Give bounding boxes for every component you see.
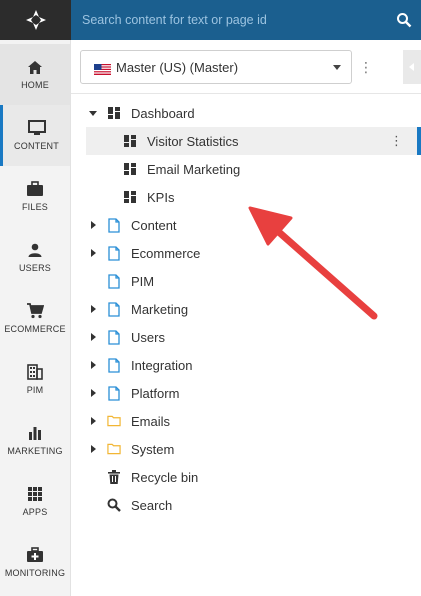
chevron-down-icon [333,65,341,70]
tree-item-label: Users [131,329,165,345]
briefcase-icon [25,180,45,198]
nav-marketing[interactable]: MARKETING [0,410,70,471]
tree-item-visitor-statistics[interactable]: Visitor Statistics ⋮ [86,127,421,155]
caret-right-icon[interactable] [91,361,96,369]
building-icon [25,363,45,381]
tree-item-label: Dashboard [131,105,195,121]
grid-icon [25,485,45,503]
search-bar [71,0,421,40]
tree-item-emails[interactable]: Emails [86,407,421,435]
area-selector-value: Master (US) (Master) [116,60,239,75]
collapse-panel-button[interactable] [403,50,421,84]
tree-item-integration[interactable]: Integration [86,351,421,379]
dashboard-icon [123,133,137,149]
dashboard-icon [123,189,137,205]
nav-pim-label: PIM [26,385,44,395]
nav-marketing-label: MARKETING [7,446,63,456]
search-input[interactable] [71,0,391,40]
us-flag-icon [94,62,111,75]
tree-item-platform[interactable]: Platform [86,379,421,407]
search-icon[interactable] [396,12,412,28]
tree-item-email-marketing[interactable]: Email Marketing [86,155,421,183]
user-icon [25,241,45,259]
nav-apps-label: APPS [22,507,48,517]
nav-ecommerce[interactable]: ECOMMERCE [0,288,70,349]
nav-apps[interactable]: APPS [0,471,70,532]
nav-monitoring[interactable]: MONITORING [0,532,70,593]
nav-files-label: FILES [21,202,48,212]
page-icon [107,217,121,233]
monitor-icon [27,119,47,137]
nav-pim[interactable]: PIM [0,349,70,410]
medical-kit-icon [25,546,45,564]
caret-right-icon[interactable] [91,445,96,453]
tree-item-label: Email Marketing [147,161,241,177]
tree-item-kpis[interactable]: KPIs [86,183,421,211]
tree-item-label: PIM [131,273,155,289]
tree-item-system[interactable]: System [86,435,421,463]
caret-right-icon[interactable] [91,249,96,257]
tree-item-label: System [131,441,175,457]
home-icon [25,58,45,76]
tree-item-label: Platform [131,385,180,401]
tree-item-label: Emails [131,413,171,429]
nav-ecommerce-label: ECOMMERCE [4,324,66,334]
tree-item-label: KPIs [147,189,175,205]
caret-right-icon[interactable] [91,221,96,229]
tree-item-label: Content [131,217,177,233]
area-selector[interactable]: Master (US) (Master) [80,50,352,84]
caret-right-icon[interactable] [91,417,96,425]
folder-icon [107,441,121,457]
dashboard-icon [123,161,137,177]
tree-item-label: Recycle bin [131,469,199,485]
nav-monitoring-label: MONITORING [4,568,66,578]
row-options-kebab-icon[interactable]: ⋮ [390,133,403,149]
tree-item-pim[interactable]: PIM [86,267,421,295]
page-icon [107,385,121,401]
tree-item-users[interactable]: Users [86,323,421,351]
nav-users-label: USERS [18,263,51,273]
page-icon [107,357,121,373]
caret-right-icon[interactable] [91,333,96,341]
nav-users[interactable]: USERS [0,227,70,288]
tree-item-ecommerce[interactable]: Ecommerce [86,239,421,267]
dashboard-icon [107,105,121,121]
divider [71,93,421,94]
search-icon [107,497,121,513]
tree-item-recycle-bin[interactable]: Recycle bin [86,463,421,491]
nav-home-label: HOME [21,80,49,90]
caret-right-icon[interactable] [91,305,96,313]
tree-item-label: Ecommerce [131,245,201,261]
shopping-cart-icon [25,302,45,320]
tree-item-content[interactable]: Content [86,211,421,239]
tree-item-label: Search [131,497,173,513]
nav-home[interactable]: HOME [0,44,70,105]
nav-content-label: CONTENT [14,141,59,151]
nav-content[interactable]: CONTENT [0,105,70,166]
folder-icon [107,413,121,429]
app-logo[interactable] [0,0,71,40]
selection-indicator [417,127,421,155]
nav-files[interactable]: FILES [0,166,70,227]
tree-item-label: Integration [131,357,193,373]
main-nav-rail: HOME CONTENT FILES USERS ECOMMERCE PIM M… [0,0,71,596]
area-options-kebab-icon[interactable]: ⋮ [352,50,380,84]
trash-icon [107,469,121,485]
tree-item-search[interactable]: Search [86,491,421,519]
chevron-left-icon [409,63,414,71]
tree-item-marketing[interactable]: Marketing [86,295,421,323]
page-icon [107,245,121,261]
page-icon [107,329,121,345]
caret-down-icon[interactable] [89,110,97,116]
caret-right-icon[interactable] [91,389,96,397]
page-icon [107,273,121,289]
tree-item-dashboard[interactable]: Dashboard [86,99,421,127]
bar-chart-icon [25,424,45,442]
logo-icon [25,10,46,30]
tree-item-label: Marketing [131,301,189,317]
tree-item-label: Visitor Statistics [147,133,239,149]
page-icon [107,301,121,317]
